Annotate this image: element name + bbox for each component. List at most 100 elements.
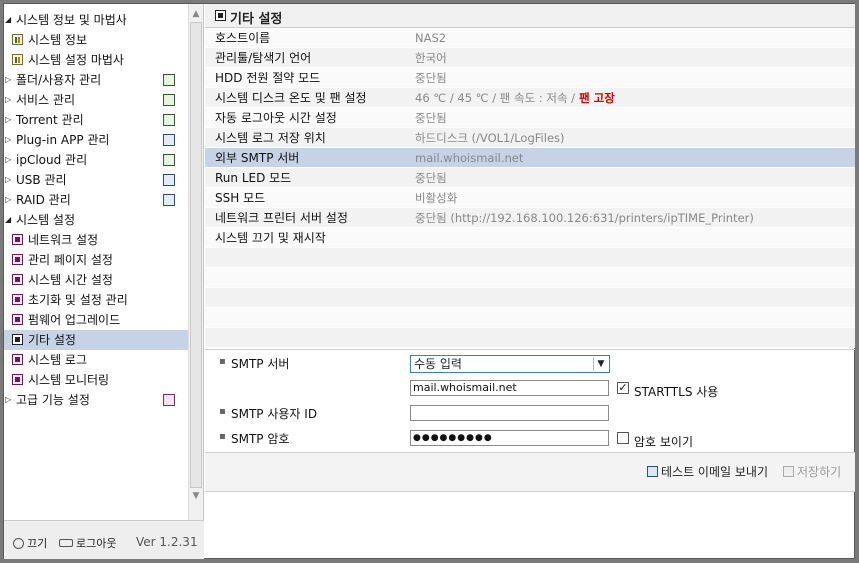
disk-icon: [163, 194, 175, 206]
setting-row-ssh[interactable]: SSH 모드 비활성화: [205, 188, 855, 208]
nav-service[interactable]: ▷ 서비스 관리: [4, 90, 188, 110]
save-icon: [783, 466, 794, 477]
fan-alert-text: 팬 고장: [579, 91, 615, 105]
smtp-form: ▪ SMTP 서버 수동 입력 ▼ mail.whoismail.net ✓ ST…: [205, 349, 855, 451]
sidebar: ◢ 시스템 정보 및 마법사 시스템 정보 시스템 설정 마법사 ▷ 폴더/사용자 …: [4, 4, 204, 520]
nav-ipcloud[interactable]: ▷ ipCloud 관리: [4, 150, 188, 170]
setting-row-hostname[interactable]: 호스트이름 NAS2: [205, 28, 855, 48]
smtp-host-row: mail.whoismail.net ✓ STARTTLS 사용: [205, 377, 855, 399]
setting-row-smtp[interactable]: 외부 SMTP 서버 mail.whoismail.net: [205, 148, 855, 168]
main-panel: 기타 설정 호스트이름 NAS2 관리툴/탐색기 언어 한국어 HDD 전원 절약 …: [205, 4, 855, 559]
nav-raid[interactable]: ▷ RAID 관리: [4, 190, 188, 210]
panel-header: 기타 설정: [205, 4, 855, 28]
setting-row-auto-logout[interactable]: 자동 로그아웃 시간 설정 중단됨: [205, 108, 855, 128]
nav-network[interactable]: 네트워크 설정: [4, 230, 188, 250]
send-test-email-button[interactable]: 테스트 이메일 보내기: [647, 463, 768, 480]
smtp-user-input[interactable]: [410, 405, 609, 421]
nav-system-settings[interactable]: ◢ 시스템 설정: [4, 210, 188, 230]
empty-row: [205, 268, 855, 288]
setting-row-printer[interactable]: 네트워크 프린터 서버 설정 중단됨 (http://192.168.100.12…: [205, 208, 855, 228]
settings-icon: [12, 354, 23, 365]
nav-reset-config[interactable]: 초기화 및 설정 관리: [4, 290, 188, 310]
collapsed-caret-icon[interactable]: ▷: [5, 150, 11, 170]
smtp-password-input[interactable]: ●●●●●●●●●: [410, 430, 609, 446]
nav-folder-user[interactable]: ▷ 폴더/사용자 관리: [4, 70, 188, 90]
service-icon: [163, 94, 175, 106]
nav-system-time[interactable]: 시스템 시간 설정: [4, 270, 188, 290]
nav-torrent[interactable]: ▷ Torrent 관리: [4, 110, 188, 130]
expand-caret-icon[interactable]: ◢: [5, 10, 11, 30]
cloud-icon: [163, 154, 175, 166]
settings-icon: [12, 274, 23, 285]
empty-row: [205, 308, 855, 328]
setting-row-run-led[interactable]: Run LED 모드 중단됨: [205, 168, 855, 188]
collapsed-caret-icon[interactable]: ▷: [5, 110, 11, 130]
settings-icon: [12, 374, 23, 385]
empty-row: [205, 328, 855, 348]
usb-icon: [163, 174, 175, 186]
scroll-up-icon[interactable]: ▲: [189, 6, 203, 22]
folder-user-icon: [163, 74, 175, 86]
collapsed-caret-icon[interactable]: ▷: [5, 130, 11, 150]
save-button[interactable]: 저장하기: [783, 463, 841, 480]
setting-row-log-location[interactable]: 시스템 로그 저장 위치 하드디스크 (/VOL1/LogFiles): [205, 128, 855, 148]
nav-firmware[interactable]: 펌웨어 업그레이드: [4, 310, 188, 330]
chart-icon: [12, 54, 23, 65]
nav-advanced[interactable]: ▷ 고급 기능 설정: [4, 390, 188, 410]
collapsed-caret-icon[interactable]: ▷: [5, 170, 11, 190]
app-window: ◢ 시스템 정보 및 마법사 시스템 정보 시스템 설정 마법사 ▷ 폴더/사용자 …: [3, 3, 855, 559]
setting-row-disk-temp-fan[interactable]: 시스템 디스크 온도 및 팬 설정 46 ℃ / 45 ℃ / 팬 속도 : 저속…: [205, 88, 855, 108]
scroll-down-icon[interactable]: ▼: [189, 488, 203, 504]
show-password-checkbox[interactable]: [617, 432, 629, 444]
collapsed-caret-icon[interactable]: ▷: [5, 70, 11, 90]
settings-icon: [12, 334, 23, 345]
nav-tree: ◢ 시스템 정보 및 마법사 시스템 정보 시스템 설정 마법사 ▷ 폴더/사용자 …: [4, 10, 188, 410]
page-title: 기타 설정: [230, 12, 283, 27]
show-password-label: 암호 보이기: [634, 435, 694, 449]
chevron-down-icon[interactable]: ▼: [593, 357, 608, 371]
smtp-server-row: ▪ SMTP 서버 수동 입력 ▼: [205, 352, 855, 374]
sidebar-scrollbar[interactable]: ▲ ▼: [188, 4, 203, 520]
smtp-mode-select[interactable]: 수동 입력 ▼: [410, 355, 610, 373]
nav-admin-page[interactable]: 관리 페이지 설정: [4, 250, 188, 270]
sidebar-footer: 끄기 로그아웃 Ver 1.2.31: [4, 520, 204, 559]
starttls-label: STARTTLS 사용: [634, 385, 719, 399]
advanced-icon: [163, 394, 175, 406]
power-icon: [13, 538, 24, 549]
key-icon: [59, 539, 73, 547]
settings-icon: [12, 254, 23, 265]
power-off-button[interactable]: 끄기: [13, 535, 47, 551]
collapsed-caret-icon[interactable]: ▷: [5, 90, 11, 110]
nav-misc-settings[interactable]: 기타 설정: [4, 330, 188, 350]
setting-row-shutdown[interactable]: 시스템 끄기 및 재시작: [205, 228, 855, 248]
nav-system-info[interactable]: 시스템 정보: [4, 30, 188, 50]
nav-system-info-wizard[interactable]: ◢ 시스템 정보 및 마법사: [4, 10, 188, 30]
settings-icon: [12, 294, 23, 305]
settings-icon: [12, 314, 23, 325]
settings-list: 호스트이름 NAS2 관리툴/탐색기 언어 한국어 HDD 전원 절약 모드 중단됨 …: [205, 28, 855, 348]
logout-button[interactable]: 로그아웃: [59, 535, 116, 551]
scroll-thumb[interactable]: [190, 22, 202, 488]
nav-system-log[interactable]: 시스템 로그: [4, 350, 188, 370]
empty-row: [205, 288, 855, 308]
nav-plugin[interactable]: ▷ Plug-in APP 관리: [4, 130, 188, 150]
plugin-icon: [163, 134, 175, 146]
smtp-host-input[interactable]: mail.whoismail.net: [410, 380, 609, 396]
bullet-icon: ▪: [219, 406, 226, 417]
chart-icon: [12, 34, 23, 45]
collapsed-caret-icon[interactable]: ▷: [5, 390, 11, 410]
collapsed-caret-icon[interactable]: ▷: [5, 190, 11, 210]
nav-usb[interactable]: ▷ USB 관리: [4, 170, 188, 190]
expand-caret-icon[interactable]: ◢: [5, 210, 11, 230]
starttls-checkbox[interactable]: ✓: [617, 382, 629, 394]
setting-row-language[interactable]: 관리툴/탐색기 언어 한국어: [205, 48, 855, 68]
setting-row-hdd-power[interactable]: HDD 전원 절약 모드 중단됨: [205, 68, 855, 88]
nav-system-monitor[interactable]: 시스템 모니터링: [4, 370, 188, 390]
settings-icon: [12, 234, 23, 245]
mail-icon: [647, 466, 658, 477]
action-bar: 테스트 이메일 보내기 저장하기: [205, 452, 855, 492]
nav-setup-wizard[interactable]: 시스템 설정 마법사: [4, 50, 188, 70]
smtp-user-row: ▪ SMTP 사용자 ID: [205, 402, 855, 424]
version-label: Ver 1.2.31: [136, 535, 198, 549]
torrent-icon: [163, 114, 175, 126]
